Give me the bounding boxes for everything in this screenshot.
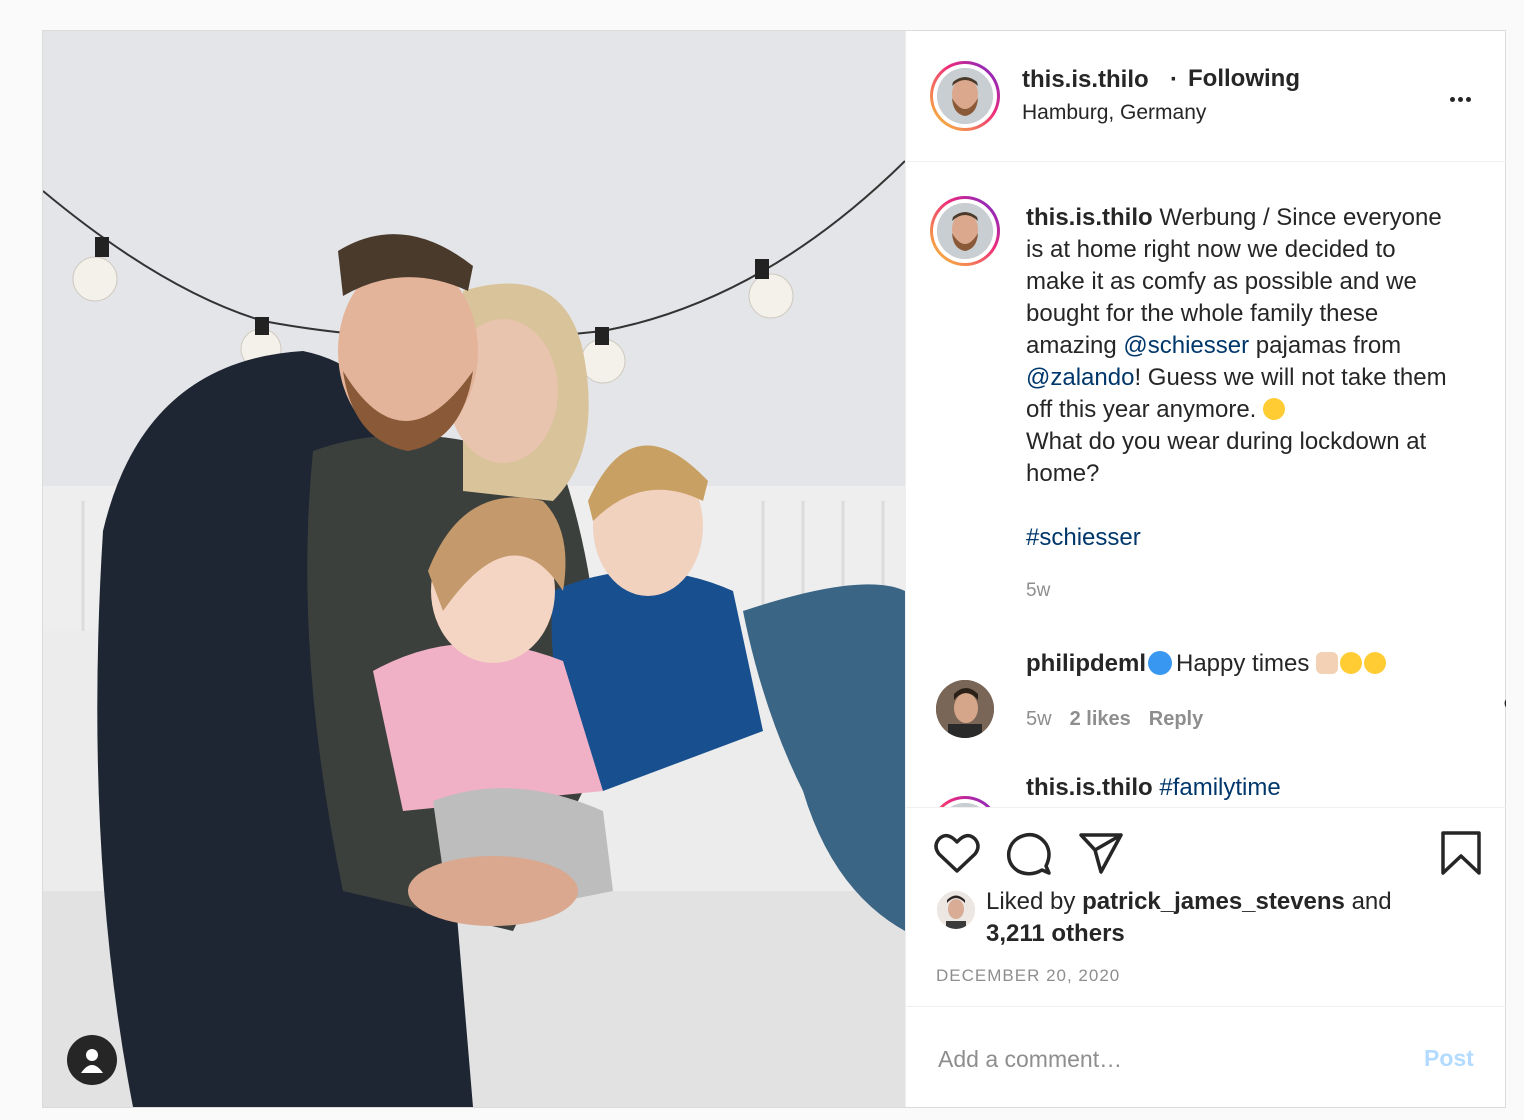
avatar-image	[937, 203, 993, 259]
mention-link[interactable]: @schiesser	[1123, 332, 1249, 359]
comment-body: Happy times	[1176, 650, 1317, 677]
caption-avatar[interactable]	[930, 196, 1000, 266]
more-options-icon[interactable]	[1450, 89, 1474, 107]
heart-eyes-emoji-icon	[1364, 652, 1387, 674]
reply-button[interactable]: Reply	[1149, 708, 1203, 730]
likes-prefix: Liked by	[986, 888, 1083, 915]
commenter-username[interactable]: philipdeml	[1026, 650, 1146, 677]
share-send-icon[interactable]	[1078, 832, 1124, 874]
commenter-avatar[interactable]	[930, 796, 1000, 807]
likes-summary: Liked by patrick_james_stevens and 3,211 …	[986, 886, 1486, 950]
commenter-username[interactable]: this.is.thilo	[1026, 774, 1153, 801]
like-comment-heart-icon[interactable]	[1504, 696, 1506, 716]
avatar-image	[937, 68, 993, 124]
hashtag-link[interactable]: #schiesser	[1026, 524, 1141, 551]
post-date[interactable]: DECEMBER 20, 2020	[936, 966, 1120, 986]
caption-text-part: pajamas from	[1255, 332, 1402, 359]
verified-badge-icon	[1148, 651, 1172, 675]
caption-text-part: What do you wear during lockdown at home…	[1026, 428, 1427, 487]
post-card: this.is.thilo · Following Hamburg, Germa…	[42, 30, 1506, 1108]
comment-text: this.is.thilo #familytime	[1026, 774, 1281, 802]
commenter-avatar[interactable]	[936, 680, 994, 738]
follow-status-button[interactable]: Following	[1188, 65, 1300, 93]
separator-dot: ·	[1170, 66, 1178, 93]
like-heart-icon[interactable]	[934, 832, 980, 874]
caption-timestamp[interactable]: 5w	[1026, 580, 1050, 602]
family-photo-illustration	[43, 31, 905, 1107]
user-icon	[81, 1049, 103, 1073]
comment-bubble-icon[interactable]	[1006, 832, 1052, 876]
post-header: this.is.thilo · Following Hamburg, Germa…	[906, 31, 1506, 162]
post-comment-button[interactable]: Post	[1424, 1045, 1474, 1072]
tagged-users-button[interactable]	[67, 1035, 117, 1085]
hashtag-link[interactable]: #familytime	[1159, 774, 1280, 801]
comment-input[interactable]	[936, 1041, 1390, 1077]
author-username[interactable]: this.is.thilo	[1022, 66, 1149, 94]
comment-timestamp[interactable]: 5w	[1026, 708, 1052, 730]
joy-emoji-icon	[1263, 398, 1285, 420]
liker-avatar[interactable]	[936, 890, 976, 930]
comment-meta: 5w 2 likes Reply	[1026, 708, 1203, 731]
heart-eyes-emoji-icon	[1340, 652, 1363, 674]
post-photo[interactable]	[43, 31, 905, 1107]
comment-bar: Post	[906, 1006, 1506, 1109]
post-caption: this.is.thilo Werbung / Since everyone i…	[1026, 202, 1488, 554]
caption-username[interactable]: this.is.thilo	[1026, 204, 1153, 231]
author-avatar[interactable]	[930, 61, 1000, 131]
liker-username[interactable]: patrick_james_stevens	[1082, 888, 1345, 915]
comment-text: philipdeml Happy times	[1026, 650, 1387, 678]
likes-others-link[interactable]: 3,211 others	[986, 920, 1125, 947]
comments-list[interactable]: this.is.thilo Werbung / Since everyone i…	[906, 162, 1506, 807]
save-bookmark-icon[interactable]	[1440, 830, 1482, 876]
mention-link[interactable]: @zalando	[1026, 364, 1134, 391]
folded-hands-emoji-icon	[1316, 652, 1339, 674]
post-location[interactable]: Hamburg, Germany	[1022, 101, 1206, 125]
post-actions: Liked by patrick_james_stevens and 3,211 …	[906, 807, 1506, 1108]
likes-middle: and	[1344, 888, 1392, 915]
post-sidebar: this.is.thilo · Following Hamburg, Germa…	[905, 31, 1506, 1107]
comment-likes[interactable]: 2 likes	[1070, 708, 1131, 730]
